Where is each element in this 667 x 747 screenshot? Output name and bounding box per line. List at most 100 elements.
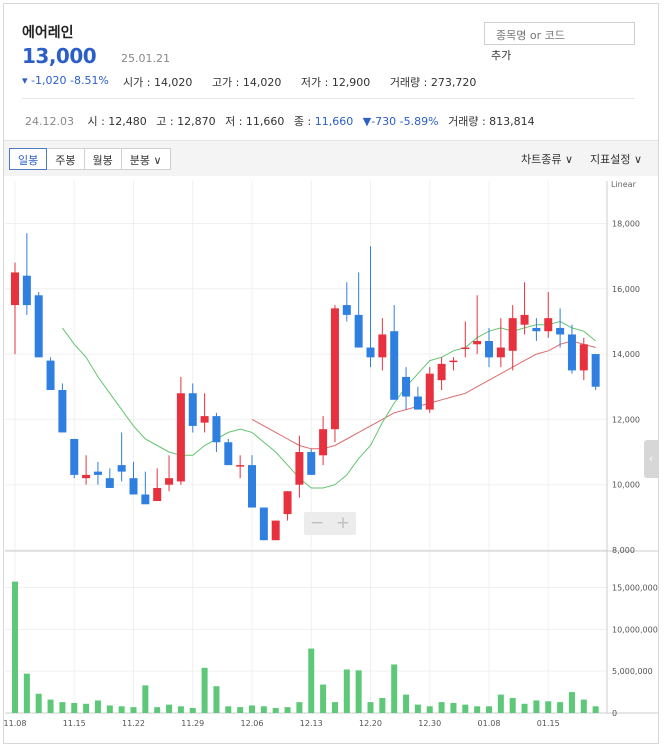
volume-bar: [296, 702, 303, 713]
volume-bar: [177, 706, 184, 713]
volume-bar: [213, 686, 220, 713]
volume-bar: [83, 703, 90, 713]
candle-body: [556, 327, 565, 335]
zoom-controls: − +: [304, 512, 356, 535]
date-tick-label: 01.08: [478, 719, 501, 728]
date-tick-label: 12.30: [418, 719, 441, 728]
volume-bar: [509, 697, 516, 713]
volume-bar: [521, 703, 528, 713]
candle-body: [307, 452, 316, 475]
candle-body: [105, 478, 114, 488]
date-tick-label: 11.15: [63, 719, 86, 728]
volume-bar: [438, 702, 445, 713]
volume-bar: [272, 707, 279, 713]
volume-bar: [414, 704, 421, 713]
candle-body: [378, 334, 387, 358]
price-tick-label: 12,000: [612, 415, 640, 424]
volume-bar: [426, 706, 433, 713]
candle-body: [485, 341, 493, 358]
candle-body: [437, 363, 446, 381]
candle-body: [236, 465, 245, 467]
volume-bar: [343, 669, 350, 713]
moving-average-long: [251, 340, 596, 450]
candle-body: [259, 507, 268, 541]
candle-body: [449, 360, 458, 363]
candle-body: [508, 318, 517, 351]
candle-body: [129, 478, 138, 495]
candle-body: [591, 354, 600, 387]
volume-bar: [284, 707, 291, 713]
volume-bar: [106, 705, 113, 713]
candle-body: [473, 341, 482, 345]
candle-body: [141, 494, 150, 505]
date-tick-label: 11.22: [122, 719, 145, 728]
stock-chart[interactable]: Linear 8,000 10,000 12,000 14,000 16,000 18,00…: [0, 0, 667, 747]
candle-body: [342, 305, 351, 315]
chevron-left-icon: ‹: [648, 452, 654, 465]
date-tick-label: 11.29: [181, 719, 204, 728]
volume-bar: [12, 581, 18, 713]
candle-body: [188, 393, 197, 426]
volume-bar: [474, 706, 481, 713]
candle-body: [58, 389, 67, 433]
volume-bar: [450, 702, 457, 713]
zoom-in-button[interactable]: +: [330, 512, 356, 535]
candle-body: [11, 272, 19, 306]
candle-body: [295, 452, 304, 485]
candle-body: [70, 438, 79, 475]
candle-body: [330, 308, 339, 430]
candle-body: [82, 474, 91, 479]
scale-label: Linear: [611, 180, 637, 189]
candle-body: [34, 295, 43, 358]
candle-body: [283, 491, 292, 515]
volume-bar: [260, 706, 267, 713]
candle-body: [153, 487, 162, 502]
volume-bar: [580, 699, 587, 713]
candle-body: [271, 520, 280, 541]
volume-bar: [320, 684, 327, 713]
price-tick-label: 14,000: [612, 350, 640, 359]
candle-body: [496, 347, 505, 358]
volume-bar: [367, 702, 374, 713]
volume-bar: [201, 667, 208, 713]
volume-tick-label: 0: [612, 709, 617, 718]
candle-body: [22, 275, 31, 306]
volume-bar: [118, 706, 125, 713]
tab-daily[interactable]: 일봉: [9, 148, 48, 170]
volume-bar: [47, 699, 54, 713]
candle-body: [579, 344, 588, 371]
candle-body: [212, 416, 221, 443]
candle-body: [224, 442, 233, 466]
candle-body: [319, 429, 328, 456]
volume-bar: [166, 704, 173, 713]
volume-bar: [249, 705, 255, 713]
date-tick-label: 01.15: [537, 719, 560, 728]
volume-bar: [462, 704, 469, 713]
candle-body: [390, 331, 399, 400]
volume-tick-label: 15,000,000: [612, 583, 658, 592]
volume-bar: [497, 694, 504, 713]
date-tick-label: 12.06: [241, 719, 264, 728]
volume-bar: [592, 706, 599, 713]
candle-body: [117, 465, 126, 472]
volume-bar: [94, 700, 101, 713]
zoom-out-button[interactable]: −: [304, 512, 330, 535]
volume-bar: [403, 694, 410, 713]
volume-bar: [545, 701, 552, 713]
volume-bar: [189, 707, 196, 713]
volume-bar: [35, 693, 42, 713]
volume-bar: [130, 707, 137, 713]
volume-bar: [379, 697, 386, 713]
candle-body: [413, 396, 422, 410]
price-tick-label: 18,000: [612, 219, 640, 228]
date-tick-label: 12.20: [359, 719, 382, 728]
volume-tick-label: 5,000,000: [612, 667, 653, 676]
candle-body: [567, 334, 576, 371]
side-panel-toggle[interactable]: ‹: [644, 440, 658, 478]
volume-bar: [225, 706, 232, 713]
volume-bar: [568, 692, 575, 713]
candle-body: [402, 376, 411, 397]
volume-bar: [557, 702, 564, 713]
date-tick-label: 11.08: [4, 719, 27, 728]
candle-body: [425, 373, 434, 410]
